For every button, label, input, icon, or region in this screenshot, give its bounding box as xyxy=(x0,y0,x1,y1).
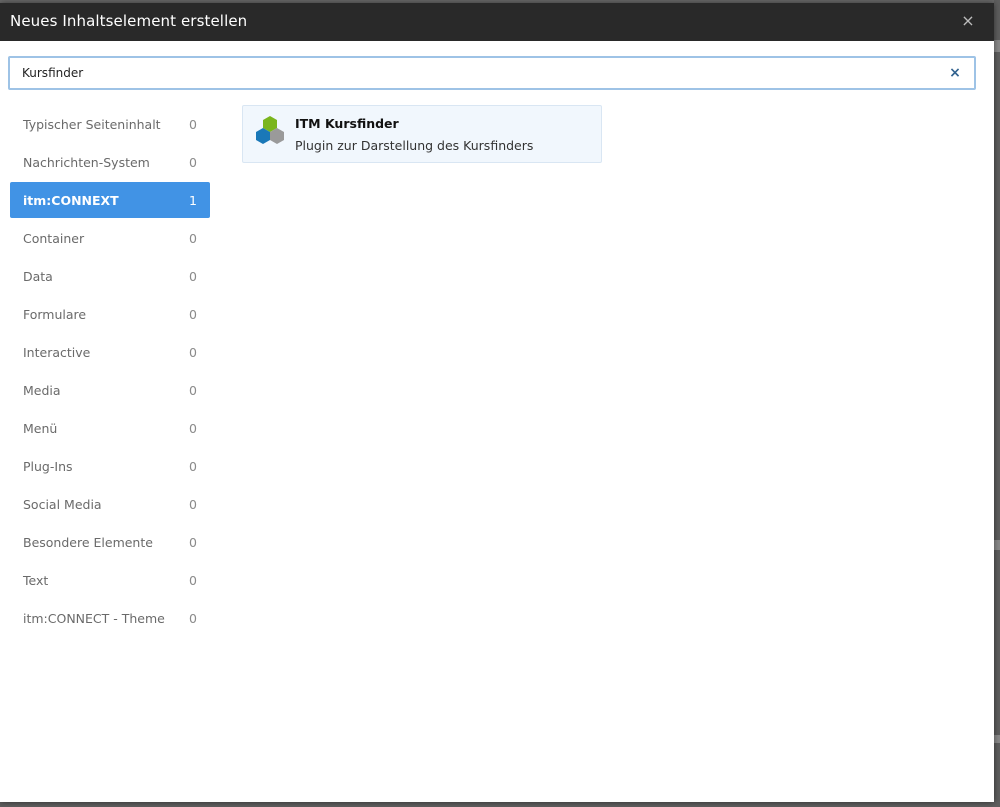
category-item-interactive[interactable]: Interactive 0 xyxy=(10,334,210,370)
category-count: 0 xyxy=(189,573,197,588)
category-label: Text xyxy=(23,573,49,588)
search-input[interactable] xyxy=(22,58,932,88)
category-item-container[interactable]: Container 0 xyxy=(10,220,210,256)
content-element-description: Plugin zur Darstellung des Kursfinders xyxy=(295,138,534,153)
category-count: 0 xyxy=(189,117,197,132)
category-label: Container xyxy=(23,231,85,246)
content-element-title: ITM Kursfinder xyxy=(295,116,399,131)
category-label: Interactive xyxy=(23,345,91,360)
category-label: itm:CONNECT - Theme xyxy=(23,611,165,626)
category-count: 0 xyxy=(189,535,197,550)
background-overlay-bottom xyxy=(0,802,1000,807)
category-count: 0 xyxy=(189,383,197,398)
category-count: 0 xyxy=(189,307,197,322)
category-label: Data xyxy=(23,269,53,284)
category-item-social-media[interactable]: Social Media 0 xyxy=(10,486,210,522)
category-count: 0 xyxy=(189,155,197,170)
category-label: Media xyxy=(23,383,61,398)
category-count: 0 xyxy=(189,345,197,360)
category-count: 0 xyxy=(189,611,197,626)
category-count: 1 xyxy=(189,193,197,208)
category-item-data[interactable]: Data 0 xyxy=(10,258,210,294)
category-item-plug-ins[interactable]: Plug-Ins 0 xyxy=(10,448,210,484)
hexagon-cluster-icon xyxy=(256,116,284,144)
category-count: 0 xyxy=(189,231,197,246)
category-item-men[interactable]: Menü 0 xyxy=(10,410,210,446)
category-item-formulare[interactable]: Formulare 0 xyxy=(10,296,210,332)
category-item-text[interactable]: Text 0 xyxy=(10,562,210,598)
category-item-typischer-seiteninhalt[interactable]: Typischer Seiteninhalt 0 xyxy=(10,106,210,142)
dialog-title: Neues Inhaltselement erstellen xyxy=(10,12,248,30)
category-count: 0 xyxy=(189,421,197,436)
category-list: Typischer Seiteninhalt 0 Nachrichten-Syste… xyxy=(10,106,210,638)
close-icon[interactable]: × xyxy=(960,12,976,30)
search-field-wrapper: × xyxy=(8,56,976,90)
category-label: Menü xyxy=(23,421,58,436)
category-label: itm:CONNEXT xyxy=(23,193,119,208)
category-count: 0 xyxy=(189,497,197,512)
category-label: Besondere Elemente xyxy=(23,535,153,550)
category-item-besondere-elemente[interactable]: Besondere Elemente 0 xyxy=(10,524,210,560)
category-label: Nachrichten-System xyxy=(23,155,150,170)
clear-search-icon[interactable]: × xyxy=(948,64,962,82)
category-label: Formulare xyxy=(23,307,87,322)
background-overlay-right xyxy=(994,0,1000,807)
category-label: Social Media xyxy=(23,497,102,512)
content-element-itm-kursfinder[interactable]: ITM Kursfinder Plugin zur Darstellung de… xyxy=(242,105,602,163)
category-item-nachrichten-system[interactable]: Nachrichten-System 0 xyxy=(10,144,210,180)
category-item-itm-connect-theme[interactable]: itm:CONNECT - Theme 0 xyxy=(10,600,210,636)
new-content-element-dialog: Neues Inhaltselement erstellen × × Typis… xyxy=(0,3,994,802)
dialog-header: Neues Inhaltselement erstellen × xyxy=(0,3,994,41)
category-count: 0 xyxy=(189,459,197,474)
category-item-itm-connext[interactable]: itm:CONNEXT 1 xyxy=(10,182,210,218)
category-count: 0 xyxy=(189,269,197,284)
category-label: Typischer Seiteninhalt xyxy=(23,117,161,132)
category-label: Plug-Ins xyxy=(23,459,73,474)
category-item-media[interactable]: Media 0 xyxy=(10,372,210,408)
